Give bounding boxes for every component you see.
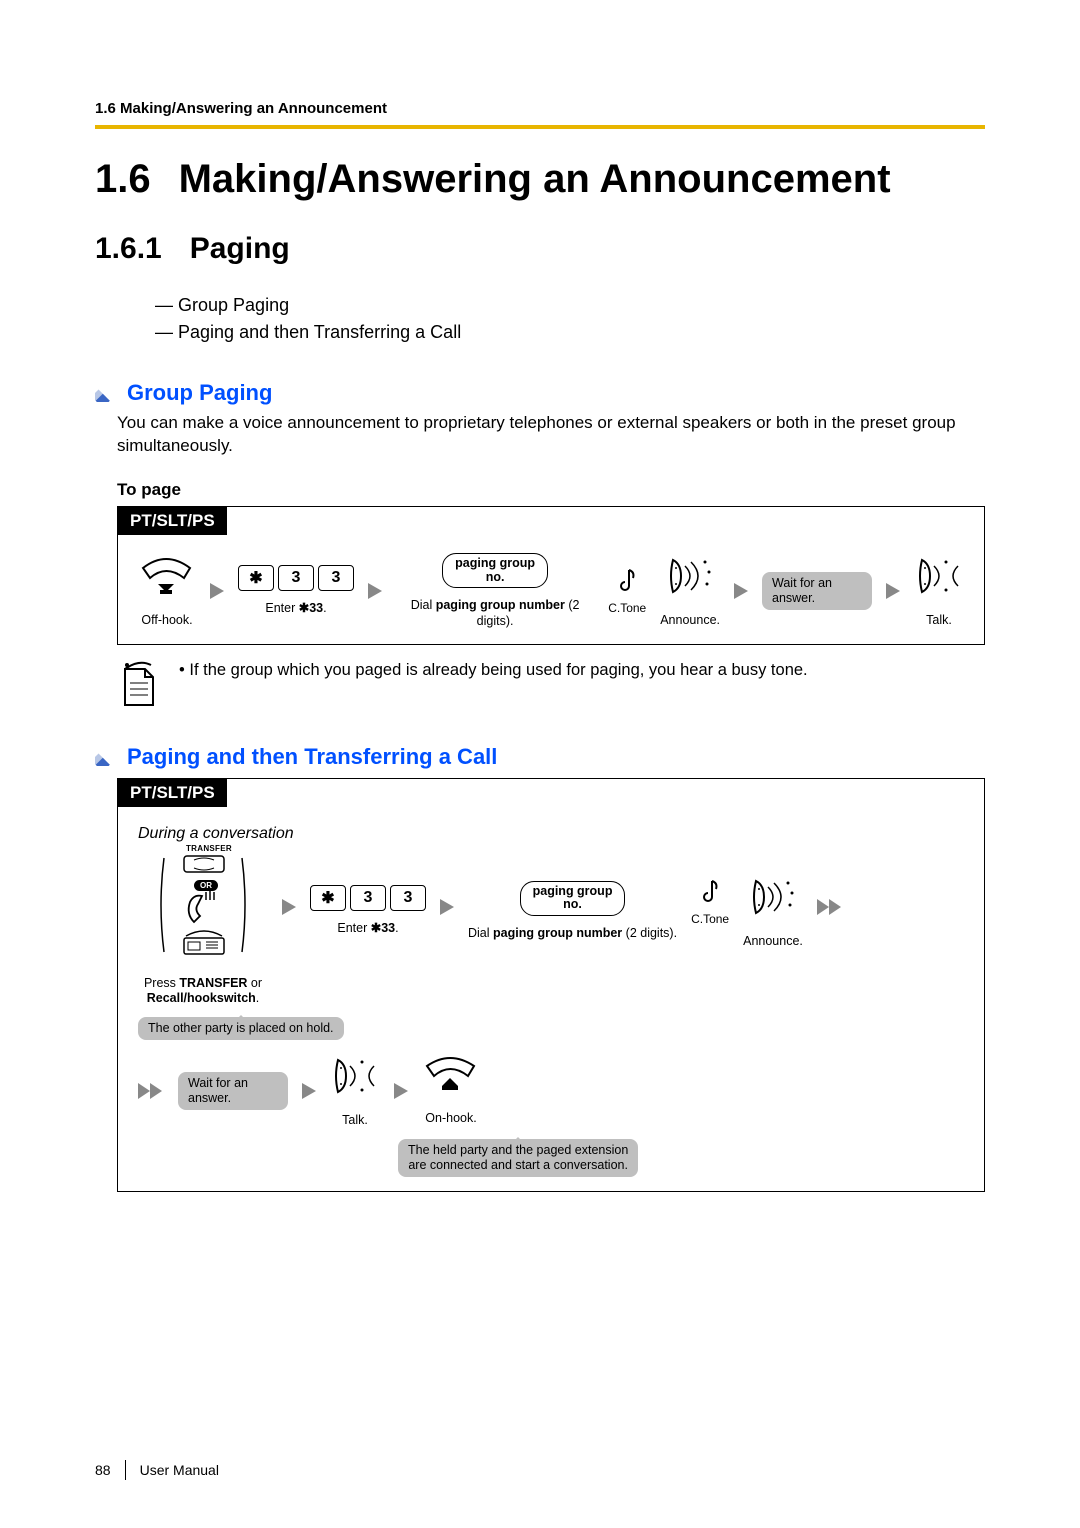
toc-item: Group Paging [155, 292, 985, 319]
arrow-icon [886, 583, 900, 599]
step-caption: Announce. [660, 613, 720, 629]
step-caption: Enter ✱33. [265, 601, 326, 617]
procedure-box: PT/SLT/PS During a conversation [117, 778, 985, 1192]
handset-offhook-icon [138, 554, 196, 603]
key-3: 3 [278, 565, 314, 591]
heading-1: 1.6 Making/Answering an Announcement [95, 157, 985, 202]
or-badge: OR [194, 880, 218, 891]
context-label: During a conversation [138, 825, 964, 843]
step-caption: Press TRANSFER or Recall/hookswitch. [138, 976, 268, 1007]
double-arrow-icon [138, 1083, 164, 1099]
key-3: 3 [350, 885, 386, 911]
header-rule [95, 125, 985, 129]
page-number: 88 [95, 1462, 111, 1478]
step-caption: Talk. [926, 613, 952, 629]
procedure-subhead: To page [117, 480, 985, 500]
footer-divider [125, 1460, 126, 1480]
paging-group-pill: paging group no. [520, 881, 626, 917]
arrow-icon [440, 899, 454, 915]
arrow-icon [210, 583, 224, 599]
step-ctone: C.Tone [608, 568, 646, 615]
section-body: You can make a voice announcement to pro… [117, 412, 985, 458]
step-talk: Talk. [330, 1054, 380, 1129]
toc-list: Group Paging Paging and then Transferrin… [155, 292, 985, 346]
step-onhook: On-hook. [422, 1056, 480, 1127]
key-star: ✱ [238, 565, 274, 591]
page: 1.6 Making/Answering an Announcement 1.6… [0, 0, 1080, 1528]
toc-item: Paging and then Transferring a Call [155, 319, 985, 346]
step-caption: Dial paging group number (2 digits). [468, 926, 677, 942]
section-header: Paging and then Transferring a Call [95, 744, 985, 770]
step-transfer: TRANSFER OR Press TRANSFER or Recall/hoo… [138, 849, 268, 1007]
ctone-label: C.Tone [608, 601, 646, 615]
key-star: ✱ [310, 885, 346, 911]
heading-2-text: Paging [190, 232, 290, 266]
music-note-icon [617, 568, 637, 599]
music-note-icon [700, 879, 720, 910]
double-arrow-icon [817, 899, 843, 915]
diamond-bullet-icon [95, 748, 117, 766]
step-caption: Enter ✱33. [337, 921, 398, 937]
step-group-no: paging group no. Dial paging group numbe… [468, 881, 677, 942]
wait-bubble: Wait for an answer. [762, 572, 872, 610]
heading-1-text: Making/Answering an Announcement [179, 157, 891, 202]
key-3: 3 [390, 885, 426, 911]
section-title: Group Paging [127, 380, 272, 406]
step-ctone: C.Tone [691, 879, 729, 926]
notepad-icon [117, 659, 161, 714]
handset-onhook-icon [422, 1056, 480, 1101]
wait-bubble: Wait for an answer. [178, 1072, 288, 1110]
step-group-no: paging group no. Dial paging group numbe… [396, 553, 594, 630]
step-caption: Dial paging group number (2 digits). [396, 598, 594, 629]
announce-icon [748, 875, 798, 924]
paging-group-pill: paging group no. [442, 553, 548, 589]
step-caption: Announce. [743, 934, 803, 950]
announce-icon [665, 554, 715, 603]
transfer-key-label: TRANSFER [186, 844, 232, 853]
heading-2: 1.6.1 Paging [95, 232, 985, 266]
talk-icon [330, 1054, 380, 1103]
procedure-box: PT/SLT/PS Off-hook. ✱ 3 3 [117, 506, 985, 645]
arrow-icon [368, 583, 382, 599]
transfer-options-icon [158, 850, 248, 960]
arrow-icon [302, 1083, 316, 1099]
key-3: 3 [318, 565, 354, 591]
talk-icon [914, 554, 964, 603]
procedure-tab: PT/SLT/PS [118, 779, 227, 807]
section-header: Group Paging [95, 380, 985, 406]
hold-bubble: The other party is placed on hold. [138, 1017, 344, 1040]
heading-2-number: 1.6.1 [95, 232, 162, 266]
step-dialcode: ✱ 3 3 Enter ✱33. [238, 565, 354, 617]
step-talk: Talk. [914, 554, 964, 629]
footer-label: User Manual [140, 1462, 219, 1478]
running-head: 1.6 Making/Answering an Announcement [95, 100, 985, 117]
key-sequence: ✱ 3 3 [238, 565, 354, 591]
note-row: If the group which you paged is already … [117, 659, 985, 714]
section-title: Paging and then Transferring a Call [127, 744, 497, 770]
step-announce: Announce. [660, 554, 720, 629]
arrow-icon [282, 899, 296, 915]
step-caption: Talk. [342, 1113, 368, 1129]
arrow-icon [394, 1083, 408, 1099]
arrow-icon [734, 583, 748, 599]
procedure-tab: PT/SLT/PS [118, 507, 227, 535]
step-caption: Off-hook. [141, 613, 192, 629]
step-offhook: Off-hook. [138, 554, 196, 629]
ctone-label: C.Tone [691, 912, 729, 926]
page-footer: 88 User Manual [95, 1460, 219, 1480]
diamond-bullet-icon [95, 384, 117, 402]
step-caption: On-hook. [425, 1111, 476, 1127]
step-announce: Announce. [743, 875, 803, 950]
heading-1-number: 1.6 [95, 157, 151, 202]
connect-bubble: The held party and the paged extension a… [398, 1139, 638, 1177]
note-text: If the group which you paged is already … [179, 659, 808, 682]
key-sequence: ✱ 3 3 [310, 885, 426, 911]
step-dialcode: ✱ 3 3 Enter ✱33. [310, 885, 426, 937]
